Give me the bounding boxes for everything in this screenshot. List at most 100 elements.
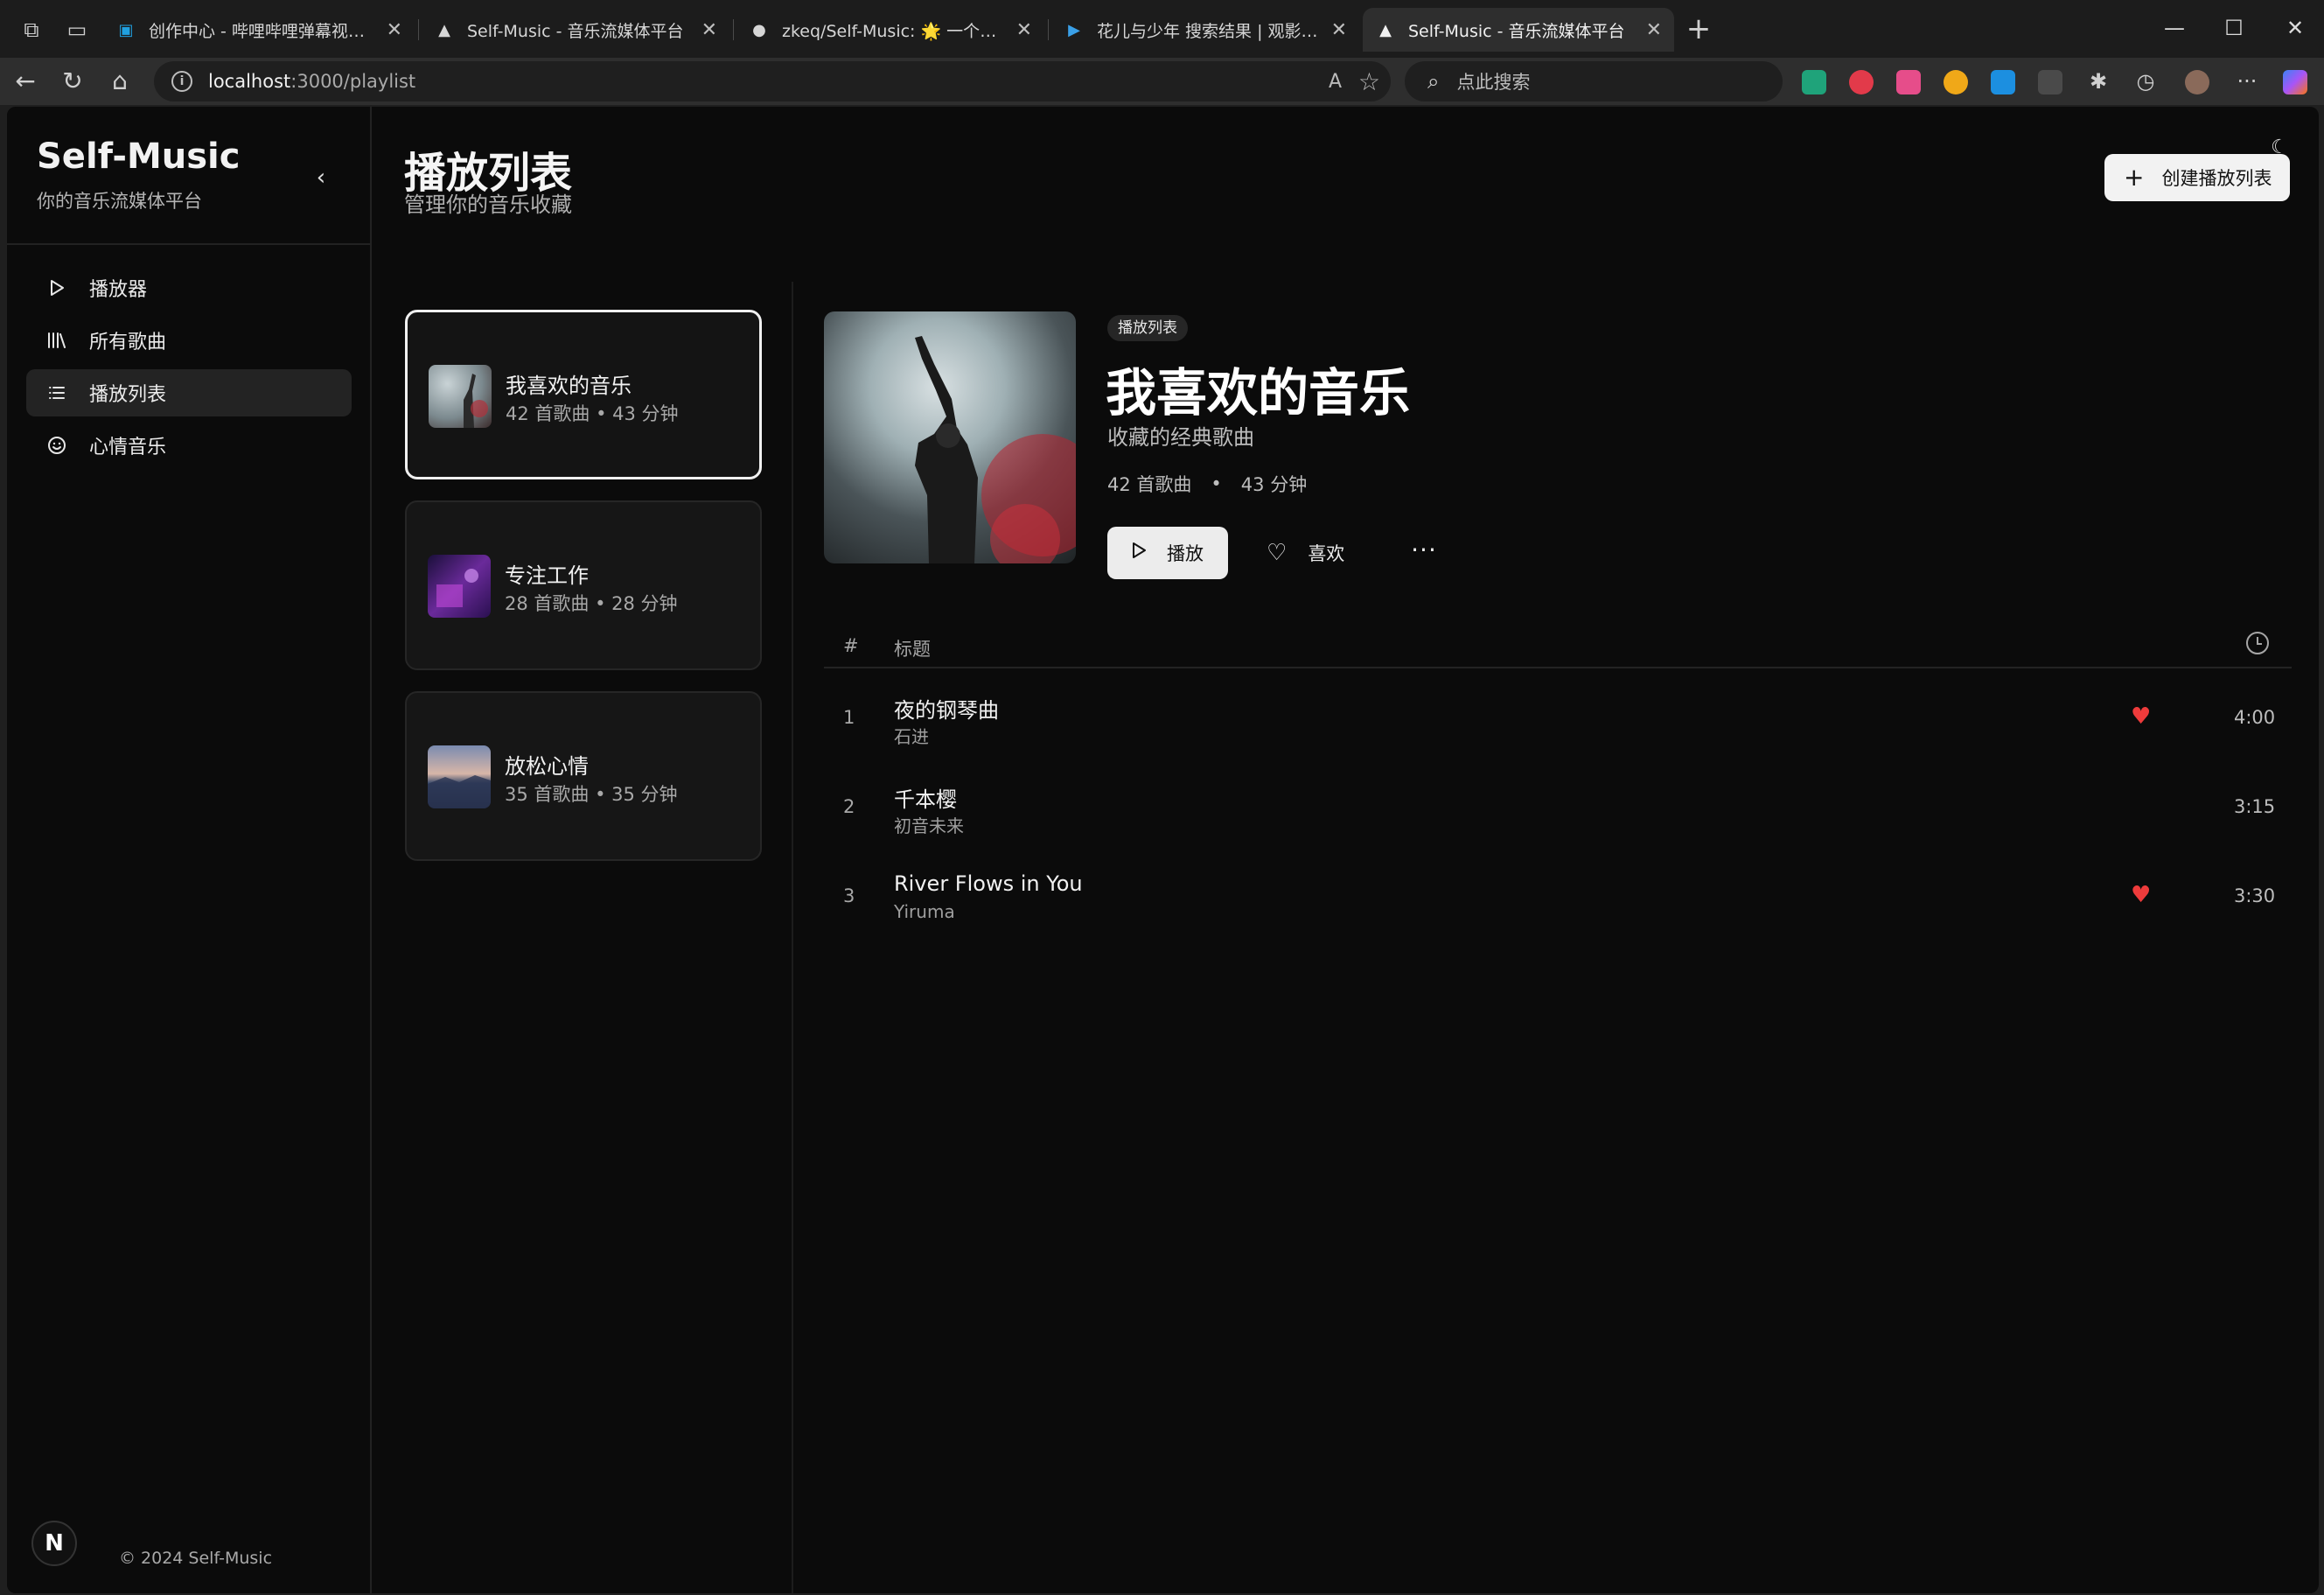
playlist-name: 放松心情 <box>505 754 589 779</box>
browser-search-box[interactable]: ⌕ 点此搜索 <box>1405 61 1783 101</box>
track-number: 3 <box>843 885 855 906</box>
sidebar-item-label: 心情音乐 <box>89 437 167 458</box>
playlist-card-favorites[interactable]: 我喜欢的音乐 42 首歌曲 • 43 分钟 <box>405 310 762 479</box>
browser-window: ⧉ ▭ ▣ 创作中心 - 哔哩哔哩弹幕视频网 ✕ ▲ Self-Music - … <box>0 0 2324 1595</box>
extension-icon[interactable] <box>1896 70 1921 94</box>
brand-title: Self-Music <box>37 136 241 177</box>
workspaces-icon[interactable]: ⧉ <box>17 16 45 44</box>
search-placeholder: 点此搜索 <box>1456 72 1531 93</box>
close-icon[interactable]: ✕ <box>701 19 717 41</box>
play-icon: ▶ <box>1068 20 1080 39</box>
playlist-meta: 28 首歌曲 • 28 分钟 <box>505 593 678 614</box>
home-icon[interactable]: ⌂ <box>103 65 136 98</box>
play-button[interactable]: 播放 <box>1107 527 1228 579</box>
extension-icon[interactable] <box>1991 70 2015 94</box>
read-aloud-icon[interactable]: A <box>1329 71 1342 93</box>
like-button[interactable]: ♡ 喜欢 <box>1267 527 1344 579</box>
app-viewport: Self-Music 你的音乐流媒体平台 ‹ 播放器 所有歌曲 播放列表 心情音… <box>7 107 2319 1593</box>
track-number: 2 <box>843 796 855 817</box>
url-path: :3000/playlist <box>290 71 416 92</box>
collapse-sidebar-button[interactable]: ‹ <box>308 164 334 191</box>
playlist-thumbnail <box>428 555 491 618</box>
minimize-icon[interactable]: — <box>2157 10 2192 45</box>
reload-icon[interactable]: ↻ <box>56 65 89 98</box>
meta-separator: • <box>1211 473 1222 494</box>
site-info-icon[interactable]: i <box>171 71 192 92</box>
playlist-card-focus-work[interactable]: 专注工作 28 首歌曲 • 28 分钟 <box>405 500 762 670</box>
track-number: 1 <box>843 707 855 728</box>
create-playlist-label: 创建播放列表 <box>2161 168 2272 189</box>
table-row[interactable]: 3 River Flows in You Yiruma ♥ 3:30 <box>824 852 2292 936</box>
song-title: River Flows in You <box>894 871 1083 896</box>
copilot-icon[interactable] <box>2283 70 2307 94</box>
address-bar[interactable]: i localhost:3000/playlist A ☆ <box>154 61 1391 101</box>
song-title: 千本樱 <box>894 787 957 812</box>
table-row[interactable]: 2 千本樱 初音未来 3:15 <box>824 763 2292 847</box>
close-icon[interactable]: ✕ <box>1016 19 1032 41</box>
favorite-star-icon[interactable]: ☆ <box>1358 67 1380 96</box>
playlist-meta: 42 首歌曲 • 43 分钟 <box>506 403 679 424</box>
more-options-button[interactable]: ··· <box>1406 534 1441 572</box>
heart-outline-icon: ♡ <box>1267 540 1288 566</box>
page-subtitle: 管理你的音乐收藏 <box>404 192 572 217</box>
history-icon[interactable]: ◷ <box>2129 65 2162 98</box>
user-badge[interactable]: N <box>31 1521 77 1566</box>
copyright-text: © 2024 Self-Music <box>119 1549 273 1568</box>
maximize-icon[interactable]: ☐ <box>2216 10 2251 45</box>
sidebar: Self-Music 你的音乐流媒体平台 ‹ 播放器 所有歌曲 播放列表 心情音… <box>7 107 372 1593</box>
tab-gying[interactable]: ▶ 花儿与少年 搜索结果 | 观影 GYING ✕ <box>1051 8 1359 52</box>
tab-github[interactable]: ● zkeq/Self-Music: 🌟 一个现代化音 ✕ <box>736 8 1044 52</box>
playlist-thumbnail <box>428 745 491 808</box>
sidebar-item-mood-music[interactable]: 心情音乐 <box>26 422 352 469</box>
extensions-puzzle-icon[interactable]: ✱ <box>2082 65 2115 98</box>
bilibili-icon: ▣ <box>118 20 134 39</box>
tab-strip: ⧉ ▭ ▣ 创作中心 - 哔哩哔哩弹幕视频网 ✕ ▲ Self-Music - … <box>0 0 2324 58</box>
extension-icon[interactable] <box>2038 70 2062 94</box>
tab-title: Self-Music - 音乐流媒体平台 <box>467 21 684 41</box>
tab-bilibili[interactable]: ▣ 创作中心 - 哔哩哔哩弹幕视频网 ✕ <box>103 8 415 52</box>
song-duration: 3:15 <box>2234 796 2276 817</box>
close-icon[interactable]: ✕ <box>1331 19 1347 41</box>
column-header-title: 标题 <box>894 639 931 660</box>
extension-icon[interactable] <box>1849 70 1874 94</box>
close-icon[interactable]: ✕ <box>1646 19 1662 41</box>
sidebar-item-all-songs[interactable]: 所有歌曲 <box>26 317 352 364</box>
total-duration: 43 分钟 <box>1240 474 1308 495</box>
tab-separator <box>1048 19 1049 40</box>
back-icon[interactable]: ← <box>9 65 42 98</box>
tab-title: zkeq/Self-Music: 🌟 一个现代化音 <box>782 21 1004 41</box>
window-close-icon[interactable]: ✕ <box>2278 10 2313 45</box>
extension-icon[interactable] <box>1944 70 1968 94</box>
like-label: 喜欢 <box>1308 543 1345 564</box>
table-row[interactable]: 1 夜的钢琴曲 石进 ♥ 4:00 <box>824 674 2292 758</box>
tab-title: Self-Music - 音乐流媒体平台 <box>1408 21 1625 41</box>
create-playlist-button[interactable]: + 创建播放列表 <box>2104 154 2290 201</box>
extension-icon[interactable] <box>1802 70 1826 94</box>
close-icon[interactable]: ✕ <box>387 19 402 41</box>
song-artist: 石进 <box>894 726 929 747</box>
profile-avatar[interactable] <box>2185 70 2209 94</box>
list-icon <box>45 381 68 404</box>
playlist-meta: 35 首歌曲 • 35 分钟 <box>505 784 678 805</box>
sidebar-item-player[interactable]: 播放器 <box>26 264 352 311</box>
triangle-icon: ▲ <box>1379 20 1392 39</box>
play-label: 播放 <box>1167 543 1204 564</box>
tab-separator <box>733 19 734 40</box>
sidebar-item-label: 所有歌曲 <box>89 332 167 353</box>
tab-self-music-1[interactable]: ▲ Self-Music - 音乐流媒体平台 ✕ <box>422 8 729 52</box>
new-tab-button[interactable]: + <box>1681 12 1716 47</box>
playlist-cover-image <box>824 311 1076 563</box>
settings-more-icon[interactable]: ··· <box>2230 65 2264 98</box>
tab-title: 花儿与少年 搜索结果 | 观影 GYING <box>1097 21 1319 41</box>
playlist-thumbnail <box>429 365 492 428</box>
sidebar-item-playlists[interactable]: 播放列表 <box>26 369 352 416</box>
song-artist: 初音未来 <box>894 815 964 836</box>
play-icon <box>45 276 68 299</box>
heart-filled-icon[interactable]: ♥ <box>2131 703 2151 730</box>
playlist-card-relax[interactable]: 放松心情 35 首歌曲 • 35 分钟 <box>405 691 762 861</box>
triangle-icon: ▲ <box>438 20 450 39</box>
song-count: 42 首歌曲 <box>1107 474 1192 495</box>
heart-filled-icon[interactable]: ♥ <box>2131 882 2151 908</box>
tab-actions-icon[interactable]: ▭ <box>63 16 91 44</box>
tab-self-music-active[interactable]: ▲ Self-Music - 音乐流媒体平台 ✕ <box>1363 8 1674 52</box>
